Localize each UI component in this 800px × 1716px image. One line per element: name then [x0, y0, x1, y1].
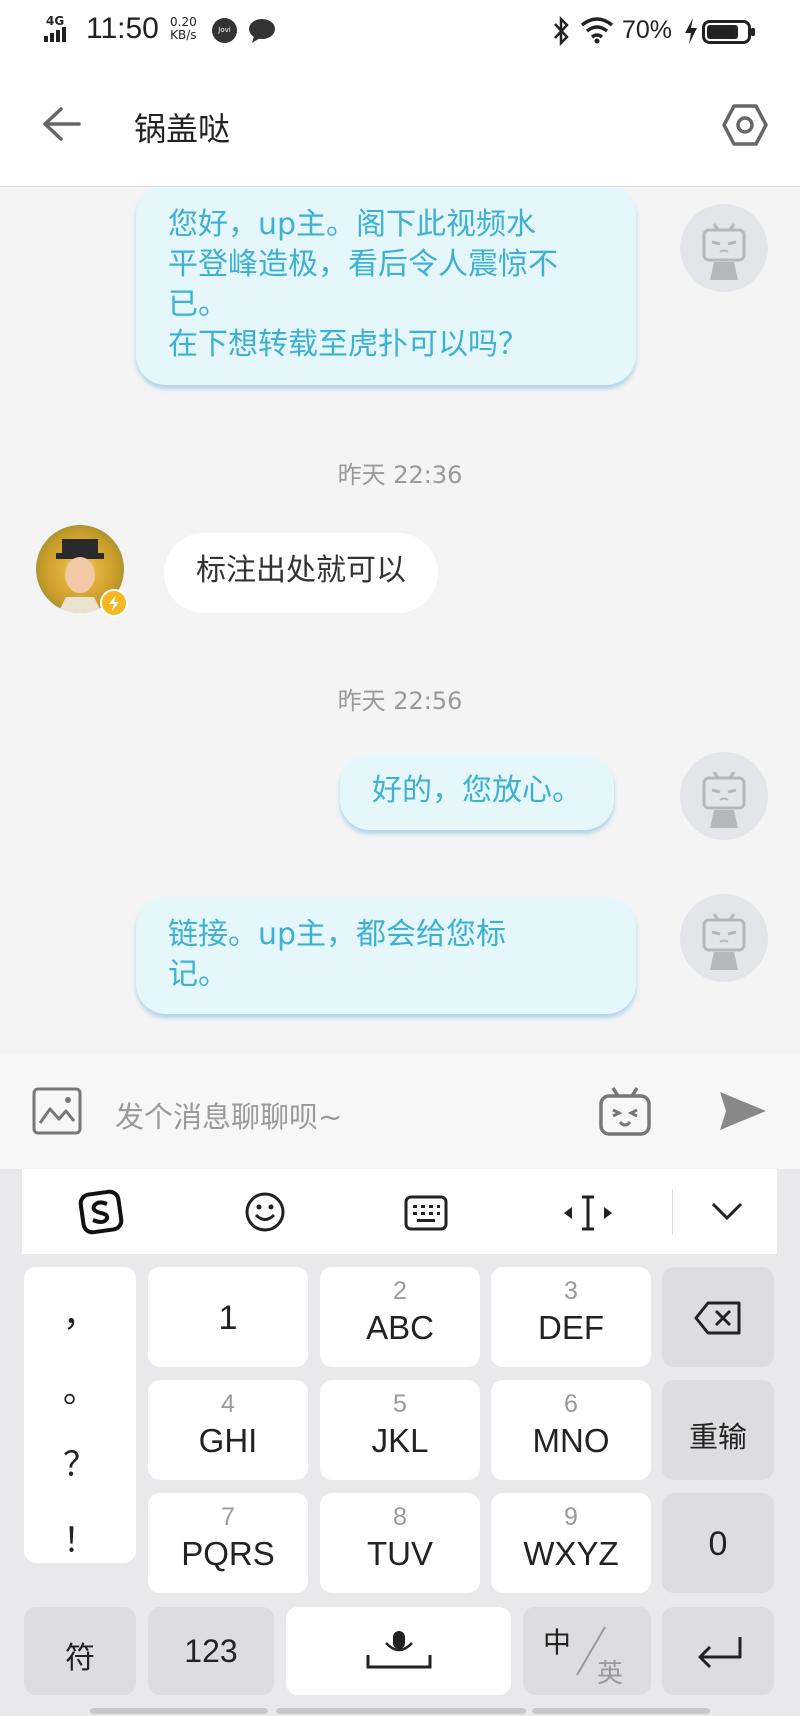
- avatar[interactable]: [680, 752, 768, 840]
- microphone-space-icon: [364, 1627, 434, 1678]
- numbers-key[interactable]: 123: [148, 1607, 274, 1695]
- key-2-abc[interactable]: 2 ABC: [320, 1267, 480, 1367]
- chevron-down-icon[interactable]: [710, 1201, 744, 1225]
- key-8-tuv[interactable]: 8 TUV: [320, 1493, 480, 1593]
- message-bubble-outgoing[interactable]: 您好，up主。阁下此视频水 平登峰造极，看后令人震惊不 已。 在下想转载至虎扑可…: [136, 187, 636, 385]
- clock: 11:50: [86, 12, 159, 45]
- toolbar-divider: [672, 1189, 673, 1235]
- hexagon-settings-icon[interactable]: [722, 102, 768, 152]
- bluetooth-icon: [552, 15, 570, 50]
- battery-icon: [702, 20, 756, 48]
- key-1[interactable]: 1: [148, 1267, 308, 1367]
- emoji-tv-icon[interactable]: [598, 1084, 652, 1142]
- status-bar: 4G 11:50 0.20 KB/s Jovi 70%: [0, 0, 800, 64]
- navigation-hint-bar: [0, 1708, 800, 1716]
- punctuation-period[interactable]: 。: [24, 1363, 136, 1412]
- message-composer: 发个消息聊聊呗~: [0, 1054, 800, 1169]
- smiley-icon[interactable]: [244, 1191, 286, 1237]
- keyboard-icon[interactable]: [404, 1195, 448, 1235]
- avatar[interactable]: [680, 894, 768, 982]
- image-icon[interactable]: [32, 1087, 82, 1139]
- keyboard-toolbar: [22, 1169, 777, 1254]
- message-bubble-incoming[interactable]: 标注出处就可以: [164, 533, 438, 613]
- key-7-pqrs[interactable]: 7 PQRS: [148, 1493, 308, 1593]
- backspace-key[interactable]: [662, 1267, 774, 1367]
- arrow-left-icon[interactable]: [42, 106, 82, 146]
- battery-percent: 70%: [622, 16, 673, 44]
- symbols-key[interactable]: 符: [24, 1607, 136, 1695]
- language-switch-key[interactable]: 中 英: [523, 1607, 651, 1695]
- punctuation-exclamation[interactable]: ！: [24, 1513, 136, 1562]
- enter-key[interactable]: [662, 1607, 774, 1695]
- key-5-jkl[interactable]: 5 JKL: [320, 1380, 480, 1480]
- key-3-def[interactable]: 3 DEF: [491, 1267, 651, 1367]
- punctuation-comma[interactable]: ，: [24, 1287, 136, 1336]
- tv-mascot-icon: [702, 223, 746, 280]
- key-0[interactable]: 0: [662, 1493, 774, 1593]
- avatar[interactable]: [680, 204, 768, 292]
- sogou-logo-icon[interactable]: [78, 1189, 124, 1239]
- page-title: 锅盖哒: [134, 110, 231, 148]
- network-speed: 0.20 KB/s: [170, 15, 197, 42]
- message-bubble-outgoing[interactable]: 好的，您放心。: [340, 755, 614, 830]
- tv-mascot-icon: [702, 771, 746, 828]
- cursor-move-icon[interactable]: [562, 1193, 614, 1237]
- message-list[interactable]: 您好，up主。阁下此视频水 平登峰造极，看后令人震惊不 已。 在下想转载至虎扑可…: [0, 187, 800, 1054]
- wifi-icon: [580, 16, 614, 48]
- keyboard: ， 。 ？ ！ 1 2 ABC 3 DEF 4 GHI 5 JKL 6 MNO 重输 7P…: [0, 1169, 800, 1716]
- charging-icon: [684, 18, 698, 48]
- space-key[interactable]: [286, 1607, 511, 1695]
- message-input[interactable]: 发个消息聊聊呗~: [115, 1094, 342, 1136]
- punctuation-question[interactable]: ？: [24, 1437, 136, 1486]
- signal-icon: [44, 26, 68, 46]
- send-icon[interactable]: [718, 1090, 768, 1136]
- message-timestamp: 昨天 22:56: [337, 687, 463, 715]
- key-9-wxyz[interactable]: 9 WXYZ: [491, 1493, 651, 1593]
- punctuation-column[interactable]: ， 。 ？ ！: [24, 1267, 136, 1563]
- chat-header: 锅盖哒: [0, 64, 800, 187]
- backspace-icon: [694, 1301, 742, 1340]
- message-timestamp: 昨天 22:36: [337, 461, 463, 489]
- tv-mascot-icon: [702, 913, 746, 970]
- jovi-icon: Jovi: [212, 18, 237, 43]
- enter-icon: [694, 1633, 744, 1674]
- message-bubble-outgoing[interactable]: 链接。up主，都会给您标 记。: [136, 897, 636, 1014]
- verified-badge-icon: [100, 589, 128, 617]
- retype-key[interactable]: 重输: [662, 1380, 774, 1480]
- key-4-ghi[interactable]: 4 GHI: [148, 1380, 308, 1480]
- message-icon: [248, 18, 276, 48]
- key-6-mno[interactable]: 6 MNO: [491, 1380, 651, 1480]
